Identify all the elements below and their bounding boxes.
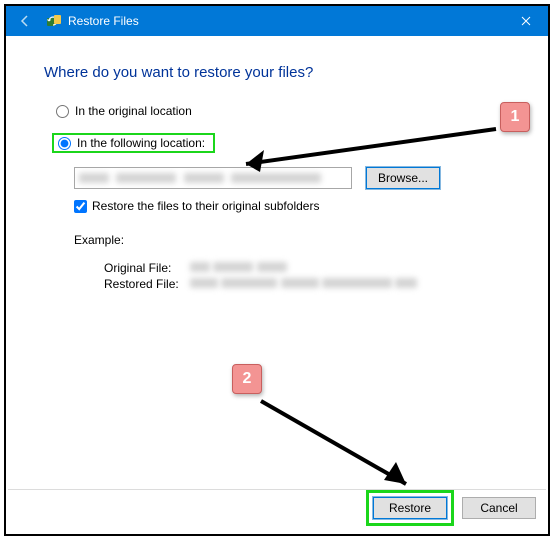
- annotation-badge-1: 1: [500, 102, 530, 132]
- radio-following-label: In the following location:: [77, 136, 205, 150]
- cancel-button-label: Cancel: [480, 501, 517, 515]
- page-heading: Where do you want to restore your files?: [44, 64, 510, 81]
- example-restored-value: [190, 277, 417, 291]
- radio-original-input[interactable]: [56, 105, 69, 118]
- restore-button[interactable]: Restore: [373, 497, 447, 519]
- restore-subfolders-input[interactable]: [74, 200, 87, 213]
- restore-subfolders-label: Restore the files to their original subf…: [92, 199, 319, 213]
- radio-following-input[interactable]: [58, 137, 71, 150]
- radio-original-label: In the original location: [75, 104, 192, 118]
- radio-original-location[interactable]: In the original location: [52, 103, 196, 119]
- example-heading: Example:: [74, 233, 510, 247]
- back-button[interactable]: [14, 10, 36, 32]
- browse-button-label: Browse...: [378, 171, 428, 185]
- cancel-button[interactable]: Cancel: [462, 497, 536, 519]
- example-restored-label: Restored File:: [104, 277, 190, 291]
- annotation-badge-2: 2: [232, 364, 262, 394]
- restore-subfolders-checkbox[interactable]: Restore the files to their original subf…: [74, 199, 510, 213]
- restore-files-icon: [46, 13, 62, 29]
- example-original-label: Original File:: [104, 261, 190, 275]
- restore-highlight: Restore: [366, 490, 454, 526]
- path-input[interactable]: [74, 167, 352, 189]
- browse-button[interactable]: Browse...: [366, 167, 440, 189]
- window-title: Restore Files: [68, 14, 139, 28]
- close-button[interactable]: [504, 6, 548, 36]
- example-block: Original File: Restored File:: [104, 261, 510, 291]
- radio-following-location[interactable]: In the following location:: [52, 133, 215, 153]
- restore-button-label: Restore: [389, 501, 431, 515]
- titlebar: Restore Files: [6, 6, 548, 36]
- example-original-value: [190, 261, 287, 275]
